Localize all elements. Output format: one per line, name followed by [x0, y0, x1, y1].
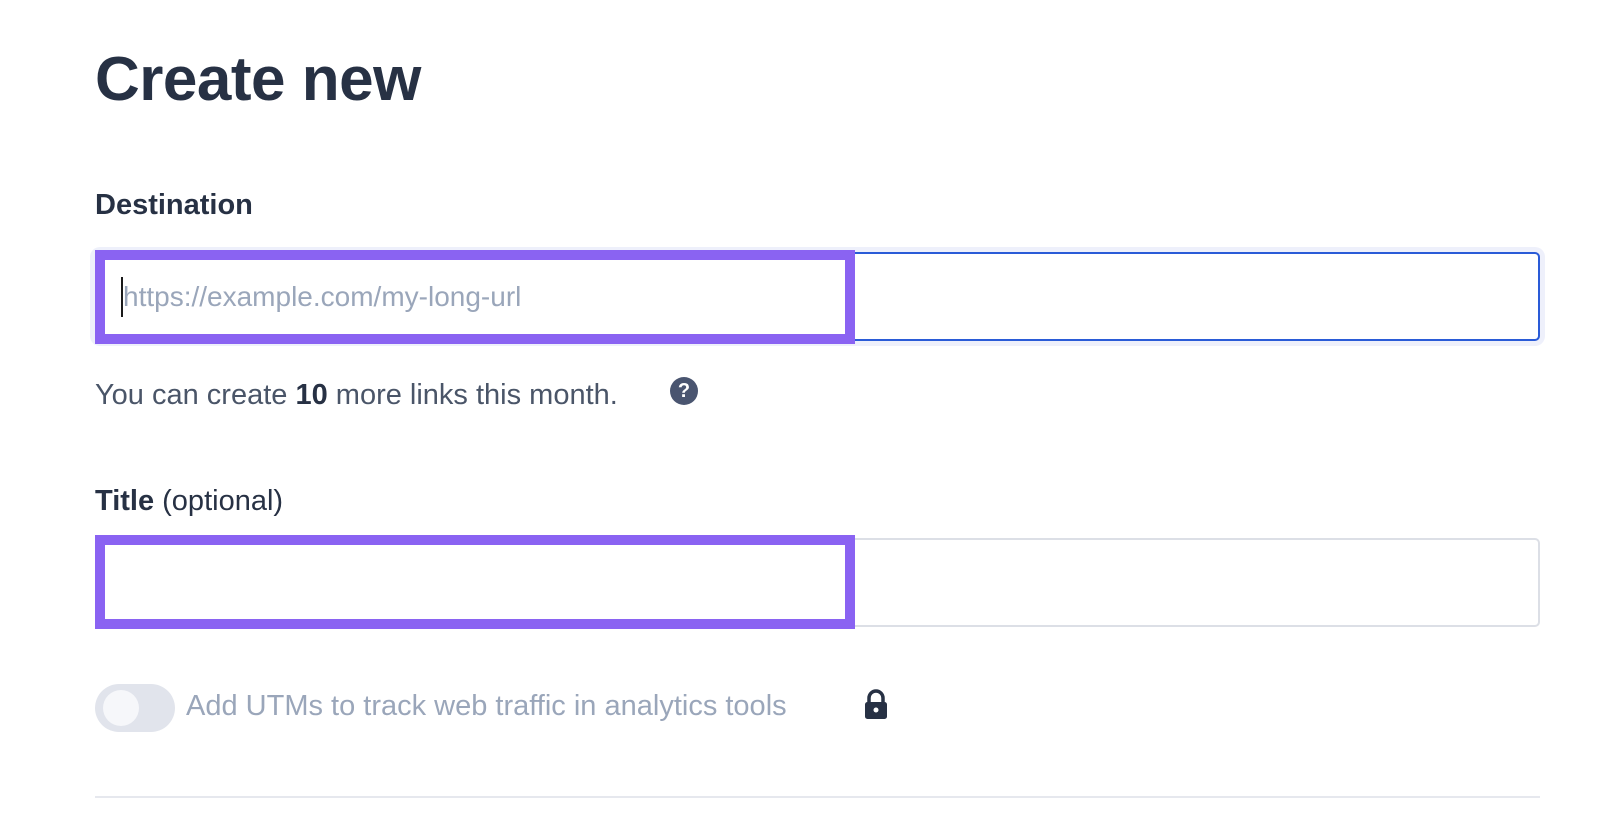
utm-toggle-label: Add UTMs to track web traffic in analyti… — [186, 690, 787, 722]
section-divider — [95, 796, 1540, 798]
title-input[interactable] — [97, 540, 1538, 625]
title-label-text: Title — [95, 485, 155, 517]
quota-suffix: more links this month. — [327, 379, 618, 411]
destination-label: Destination — [95, 189, 253, 221]
question-circle-icon[interactable]: ? — [670, 377, 698, 405]
title-optional-text: (optional) — [154, 485, 284, 517]
quota-count: 10 — [295, 379, 328, 411]
page-title: Create new — [95, 45, 421, 114]
lock-icon — [865, 689, 887, 719]
destination-field-wrapper — [95, 252, 1540, 341]
quota-prefix: You can create — [95, 379, 296, 411]
text-caret — [121, 277, 123, 317]
destination-input[interactable] — [97, 254, 1538, 339]
title-label: Title (optional) — [95, 485, 283, 518]
title-field-wrapper — [95, 538, 1540, 627]
toggle-knob — [103, 690, 139, 726]
create-link-page: Create new Destination You can create 10… — [0, 0, 1614, 822]
link-quota-text: You can create 10 more links this month. — [95, 379, 618, 412]
utm-toggle[interactable] — [95, 684, 175, 732]
